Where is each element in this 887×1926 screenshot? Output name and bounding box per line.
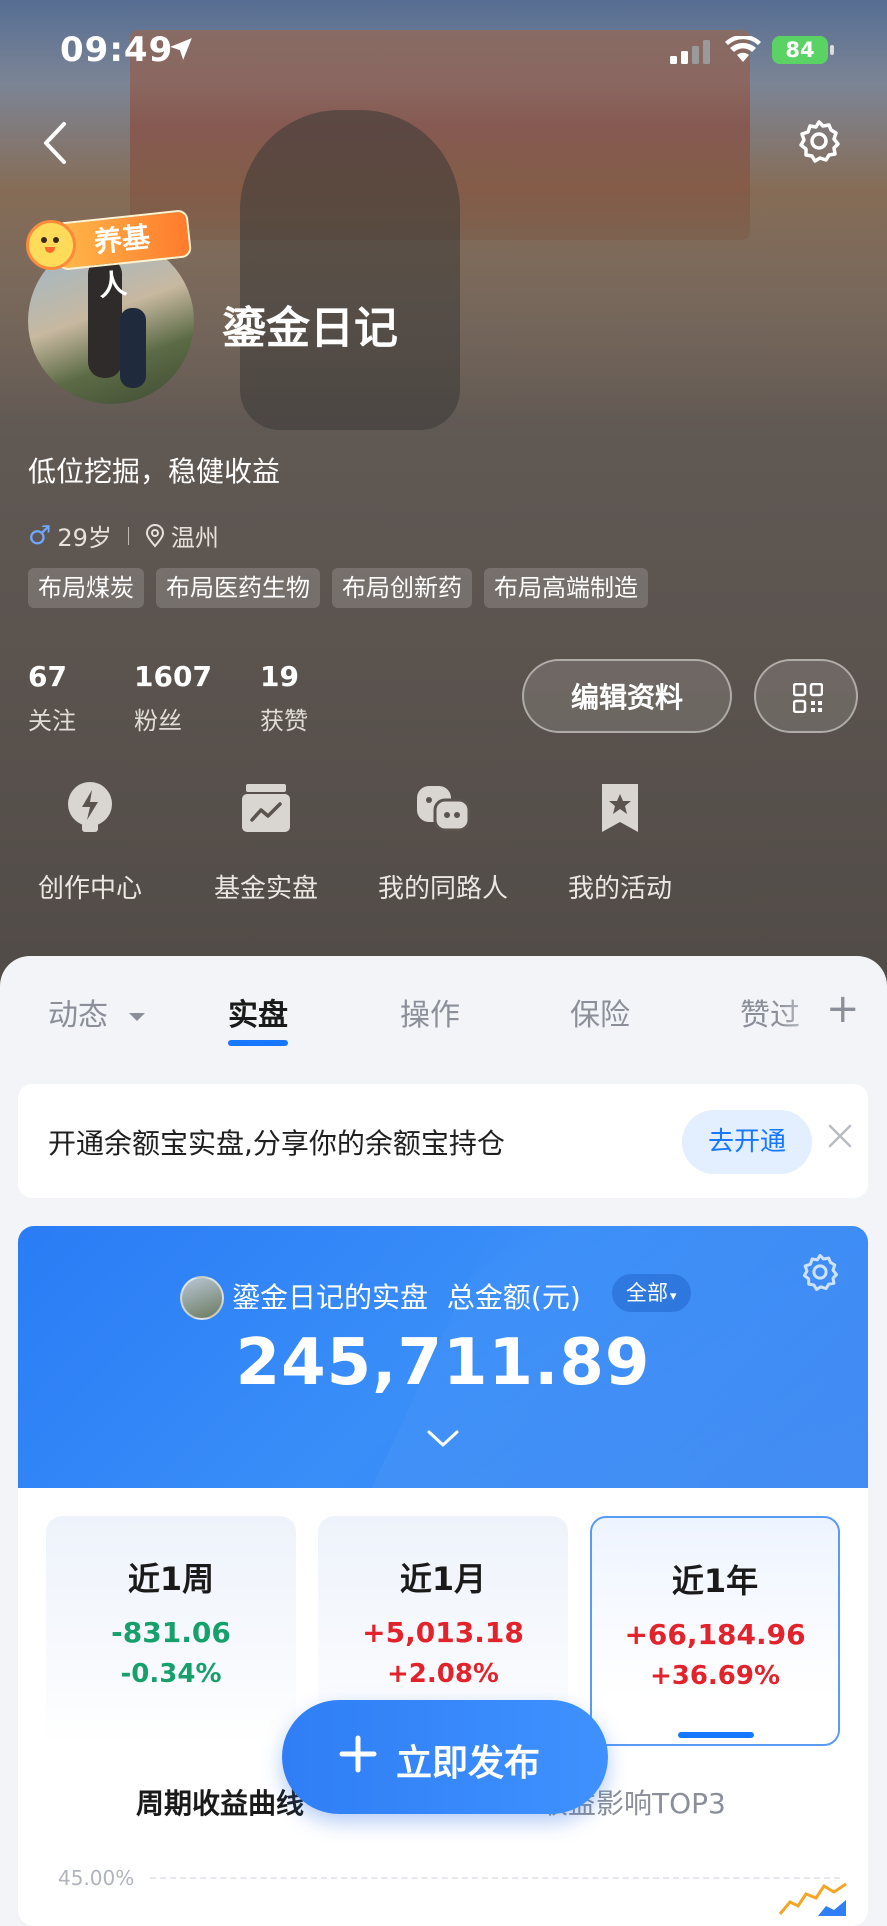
entry-label: 基金实盘 xyxy=(213,874,318,904)
stat-followers[interactable]: 1607 粉丝 xyxy=(134,660,260,736)
location-arrow-icon xyxy=(170,38,192,60)
profile-age: 29岁 xyxy=(57,524,112,552)
portfolio-owner: 鎏金日记的实盘 xyxy=(232,1281,429,1314)
quick-entries: 创作中心 基金实盘 我的同路人 我的活动 xyxy=(0,778,887,918)
entry-label: 我的同路人 xyxy=(377,874,508,904)
period-percent: -0.34% xyxy=(120,1659,222,1689)
profile-tag[interactable]: 布局医药生物 xyxy=(156,568,320,608)
period-percent: +36.69% xyxy=(649,1661,781,1691)
plus-icon xyxy=(339,1735,377,1773)
close-icon[interactable] xyxy=(826,1122,854,1150)
entry-creation-center[interactable]: 创作中心 xyxy=(0,778,180,905)
entry-fellow-travelers[interactable]: 我的同路人 xyxy=(353,778,533,905)
grid-line xyxy=(150,1877,840,1879)
wifi-icon xyxy=(725,36,761,62)
settings-gear-icon[interactable] xyxy=(800,1252,840,1292)
location-pin-icon xyxy=(145,523,164,548)
male-icon: ♂ xyxy=(28,520,52,551)
portfolio-summary: 鎏金日记的实盘 总金额(元) 全部 ▾ 245,711.89 xyxy=(18,1226,868,1488)
back-arrow-icon[interactable] xyxy=(36,118,76,168)
tab-label: 实盘 xyxy=(228,998,288,1033)
period-label: 近1周 xyxy=(127,1560,215,1598)
stat-label: 关注 xyxy=(28,707,76,735)
stat-value: 1607 xyxy=(134,660,212,693)
selected-period-indicator xyxy=(678,1732,754,1738)
entry-label: 创作中心 xyxy=(37,874,142,904)
period-label: 近1月 xyxy=(399,1560,487,1598)
chick-icon xyxy=(26,220,76,270)
lightning-bulb-icon xyxy=(68,782,112,832)
sparkline-icon xyxy=(778,1882,847,1916)
qr-code-icon xyxy=(793,683,823,713)
status-bar: 09:49 84 xyxy=(0,30,887,70)
period-label: 近1年 xyxy=(671,1562,759,1600)
add-tab-icon[interactable]: + xyxy=(826,984,860,1034)
dropdown-caret-icon xyxy=(128,1012,145,1021)
stat-likes[interactable]: 19 获赞 xyxy=(260,660,378,736)
tab-bar: 动态 实盘 操作 保险 赞过 + xyxy=(0,956,887,1056)
divider xyxy=(127,526,129,545)
tab-feed[interactable]: 动态 xyxy=(48,990,146,1034)
total-amount: 245,711.89 xyxy=(235,1326,651,1400)
publish-label: 立即发布 xyxy=(396,1743,541,1784)
chart-box-icon xyxy=(242,784,290,832)
entry-label: 我的活动 xyxy=(567,874,672,904)
dropdown-caret-icon: ▾ xyxy=(670,1289,677,1304)
tab-fade xyxy=(780,986,830,1046)
profile-bio: 低位挖掘，稳健收益 xyxy=(28,455,281,488)
entry-my-activities[interactable]: 我的活动 xyxy=(530,778,710,905)
profile-tag[interactable]: 布局高端制造 xyxy=(484,568,648,608)
entry-fund-portfolio[interactable]: 基金实盘 xyxy=(176,778,356,905)
yuebao-banner: 开通余额宝实盘,分享你的余额宝持仓 去开通 xyxy=(18,1084,868,1198)
stat-value: 19 xyxy=(260,660,299,693)
period-year[interactable]: 近1年 +66,184.96 +36.69% xyxy=(590,1516,840,1746)
stat-value: 67 xyxy=(28,660,67,693)
mini-avatar xyxy=(180,1276,224,1320)
y-axis-tick: 45.00% xyxy=(58,1866,135,1890)
battery-indicator: 84 xyxy=(772,36,834,64)
banner-text: 开通余额宝实盘,分享你的余额宝持仓 xyxy=(48,1127,505,1160)
period-percent: +2.08% xyxy=(387,1659,499,1689)
filter-label: 全部 xyxy=(626,1281,668,1305)
profile-stats: 67 关注 1607 粉丝 19 获赞 xyxy=(28,660,378,736)
chevron-down-icon[interactable] xyxy=(425,1428,461,1450)
profile-tag[interactable]: 布局煤炭 xyxy=(28,568,144,608)
edit-profile-button[interactable]: 编辑资料 xyxy=(522,659,732,733)
investor-badge: 养基人 xyxy=(26,209,193,303)
active-tab-underline xyxy=(228,1040,288,1046)
qr-code-button[interactable] xyxy=(754,659,858,733)
profile-name: 鎏金日记 xyxy=(222,303,398,354)
tab-label: 保险 xyxy=(570,998,630,1033)
period-value: +66,184.96 xyxy=(624,1618,806,1651)
tab-label: 操作 xyxy=(400,998,460,1033)
tab-portfolio[interactable]: 实盘 xyxy=(228,990,288,1046)
profile-tags: 布局煤炭 布局医药生物 布局创新药 布局高端制造 xyxy=(28,568,648,608)
total-label: 总金额(元) xyxy=(446,1281,581,1314)
activate-button[interactable]: 去开通 xyxy=(682,1110,812,1174)
status-time: 09:49 xyxy=(60,30,174,70)
period-value: -831.06 xyxy=(111,1616,231,1649)
portfolio-title: 鎏金日记的实盘 总金额(元) xyxy=(232,1276,581,1316)
section-period-curve[interactable]: 周期收益曲线 xyxy=(136,1782,304,1822)
tab-label: 动态 xyxy=(48,998,108,1033)
stat-label: 获赞 xyxy=(260,707,308,735)
chat-people-icon xyxy=(417,786,471,832)
filter-dropdown[interactable]: 全部 ▾ xyxy=(612,1274,691,1312)
profile-tag[interactable]: 布局创新药 xyxy=(332,568,472,608)
period-value: +5,013.18 xyxy=(362,1616,524,1649)
profile-meta: ♂ 29岁 温州 xyxy=(28,518,219,553)
settings-gear-icon[interactable] xyxy=(796,118,842,164)
stat-label: 粉丝 xyxy=(134,707,182,735)
publish-button[interactable]: 立即发布 xyxy=(282,1700,608,1814)
cellular-signal-icon xyxy=(670,40,710,64)
tab-operations[interactable]: 操作 xyxy=(400,990,460,1034)
tab-insurance[interactable]: 保险 xyxy=(570,990,630,1034)
period-week[interactable]: 近1周 -831.06 -0.34% xyxy=(46,1516,296,1746)
profile-city: 温州 xyxy=(170,524,219,552)
stat-following[interactable]: 67 关注 xyxy=(28,660,134,736)
portfolio-card: 鎏金日记的实盘 总金额(元) 全部 ▾ 245,711.89 近1周 -831.0… xyxy=(18,1226,868,1926)
bookmark-star-icon xyxy=(602,784,638,832)
background-figure xyxy=(240,110,460,430)
